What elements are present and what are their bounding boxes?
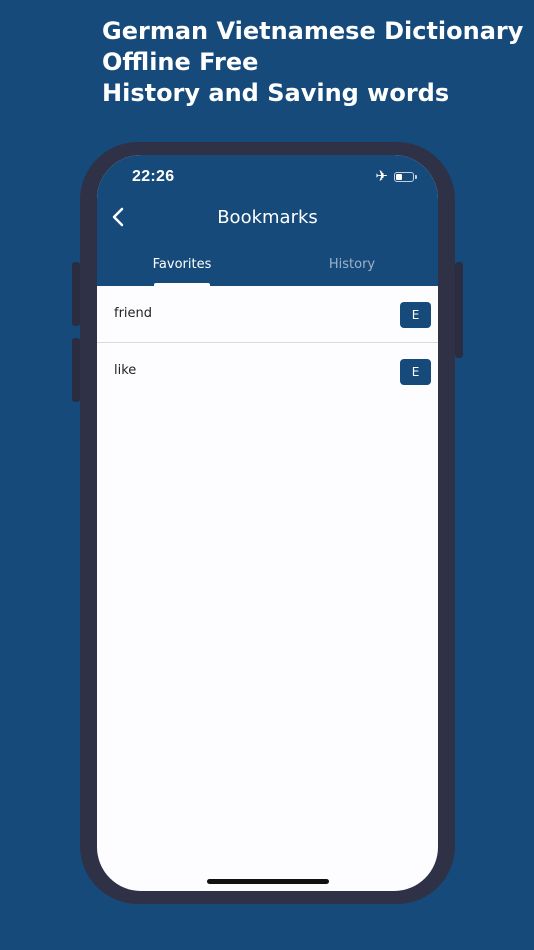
tab-favorites-label: Favorites <box>152 257 212 272</box>
phone-frame: 22:26 ✈ Bookmarks Favorites History frie… <box>72 142 463 904</box>
phone-screen: 22:26 ✈ Bookmarks Favorites History frie… <box>97 155 438 891</box>
phone-side-button-power <box>455 262 463 358</box>
phone-side-button-silent <box>72 262 80 326</box>
tab-history-label: History <box>328 257 376 272</box>
language-badge-button[interactable]: E <box>400 359 431 385</box>
app-header: 22:26 ✈ Bookmarks Favorites History <box>97 155 438 286</box>
phone-side-button-volume <box>72 338 80 402</box>
status-icons: ✈ <box>375 167 417 185</box>
list-item[interactable]: friend E <box>97 286 438 343</box>
status-time: 22:26 <box>132 168 175 185</box>
favorites-list: friend E like E <box>97 286 438 400</box>
tab-history[interactable]: History <box>267 249 437 286</box>
battery-fill <box>396 173 402 180</box>
promo-line-1: German Vietnamese Dictionary <box>102 17 524 45</box>
list-item-word: friend <box>114 306 153 321</box>
battery-icon <box>394 171 417 182</box>
home-indicator[interactable] <box>207 879 329 884</box>
promo-headline: German Vietnamese Dictionary Offline Fre… <box>102 16 524 109</box>
promo-line-2: Offline Free <box>102 48 259 76</box>
page-title: Bookmarks <box>217 207 318 228</box>
airplane-icon: ✈ <box>375 167 388 185</box>
list-item[interactable]: like E <box>97 343 438 400</box>
language-badge-button[interactable]: E <box>400 302 431 328</box>
tab-favorites[interactable]: Favorites <box>97 249 267 286</box>
promo-line-3: History and Saving words <box>102 79 450 107</box>
tab-bar: Favorites History <box>97 249 438 286</box>
list-item-word: like <box>114 363 137 378</box>
